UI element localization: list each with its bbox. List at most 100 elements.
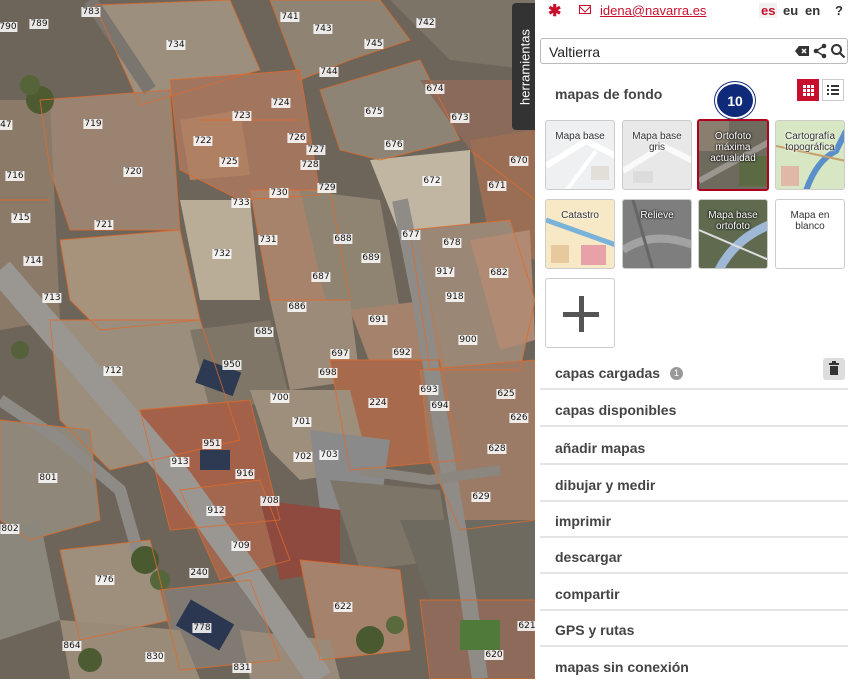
loaded-count-badge: 1 (670, 367, 683, 380)
parcel-number-label: 776 (95, 575, 115, 585)
asterisk-icon: ✱ (548, 3, 562, 20)
section-loaded-layers[interactable]: capas cargadas 1 (540, 356, 848, 390)
parcel-number-label: 734 (166, 40, 186, 50)
parcel-number-label: 676 (384, 140, 404, 150)
parcel-number-label: 831 (232, 663, 252, 673)
parcel-number-label: 912 (206, 506, 226, 516)
tile-cadastre[interactable]: Catastro (545, 199, 615, 269)
parcel-number-label: 626 (509, 413, 529, 423)
parcel-number-label: 778 (192, 623, 212, 633)
parcel-number-label: 622 (333, 602, 353, 612)
parcel-number-label: 727 (306, 145, 326, 155)
step-badge: 10 (715, 82, 755, 119)
parcel-number-label: 689 (361, 253, 381, 263)
parcel-number-label: 802 (0, 524, 20, 534)
search-icon[interactable] (830, 43, 846, 59)
parcel-number-label: 790 (0, 22, 18, 32)
search-input[interactable] (547, 42, 781, 62)
section-add-maps[interactable]: añadir mapas (540, 431, 848, 465)
parcel-number-label: 713 (42, 293, 62, 303)
lang-eu[interactable]: eu (781, 3, 800, 18)
map-view[interactable]: 790 789 783 734 741 743 745 742 744 674 673 675 676 6… (0, 0, 535, 679)
section-print[interactable]: imprimir (540, 504, 848, 538)
tile-relief[interactable]: Relieve (622, 199, 692, 269)
search-box (540, 38, 848, 64)
parcel-number-label: 620 (484, 650, 504, 660)
parcel-number-label: 719 (83, 119, 103, 129)
parcel-number-label: 918 (445, 292, 465, 302)
parcel-number-label: 703 (319, 450, 339, 460)
help-button[interactable]: ? (835, 3, 843, 18)
parcel-number-label: 783 (81, 7, 101, 17)
parcel-number-label: 729 (317, 183, 337, 193)
grid-icon (803, 85, 814, 96)
parcel-number-label: 688 (333, 234, 353, 244)
parcel-number-label: 628 (487, 444, 507, 454)
section-draw-measure[interactable]: dibujar y medir (540, 468, 848, 502)
parcel-number-label: 728 (300, 160, 320, 170)
base-maps-header[interactable]: mapas de fondo (555, 86, 662, 102)
tile-base-map-gray[interactable]: Mapa base gris (622, 120, 692, 190)
side-panel: ✱ idena@navarra.es es eu en ? mapas de f… (535, 0, 853, 679)
parcel-number-label: 951 (202, 439, 222, 449)
tile-blank-map[interactable]: Mapa en blanco (775, 199, 845, 269)
parcel-number-label: 913 (170, 457, 190, 467)
section-share[interactable]: compartir (540, 577, 848, 611)
parcel-number-label: 709 (231, 541, 251, 551)
lang-en[interactable]: en (803, 3, 822, 18)
parcel-number-label: 747 (0, 120, 13, 130)
tools-tab[interactable]: herramientas (512, 3, 537, 130)
section-available-layers[interactable]: capas disponibles (540, 393, 848, 427)
parcel-number-label: 670 (509, 156, 529, 166)
parcel-number-label: 720 (123, 167, 143, 177)
parcel-number-label: 830 (145, 652, 165, 662)
section-gps-routes[interactable]: GPS y rutas (540, 613, 848, 647)
add-base-map-button[interactable] (545, 278, 615, 348)
parcel-number-label: 789 (29, 19, 49, 29)
top-bar: ✱ idena@navarra.es es eu en ? (535, 0, 853, 24)
section-download[interactable]: descargar (540, 540, 848, 574)
parcel-number-label: 725 (219, 157, 239, 167)
list-view-button[interactable] (822, 79, 844, 101)
tile-base-map[interactable]: Mapa base (545, 120, 615, 190)
parcel-number-label: 726 (287, 133, 307, 143)
parcel-number-label: 708 (260, 496, 280, 506)
contact-email-link[interactable]: idena@navarra.es (600, 3, 706, 18)
grid-view-button[interactable] (797, 79, 819, 101)
parcel-number-label: 743 (313, 24, 333, 34)
parcel-number-label: 702 (293, 452, 313, 462)
share-icon[interactable] (812, 43, 828, 59)
parcel-number-label: 692 (392, 348, 412, 358)
parcel-number-label: 733 (231, 198, 251, 208)
parcel-number-label: 712 (103, 366, 123, 376)
parcel-number-label: 742 (416, 18, 436, 28)
parcel-number-label: 629 (471, 492, 491, 502)
parcel-number-label: 677 (401, 230, 421, 240)
clear-icon[interactable] (794, 43, 810, 59)
parcel-number-label: 698 (318, 368, 338, 378)
tile-base-map-orthophoto[interactable]: Mapa base ortofoto (698, 199, 768, 269)
parcel-number-label: 697 (330, 349, 350, 359)
tile-orthophoto[interactable]: Ortofoto máxima actualidad (697, 119, 769, 191)
parcel-number-label: 723 (232, 111, 252, 121)
parcel-number-label: 674 (425, 84, 445, 94)
parcel-number-label: 730 (269, 188, 289, 198)
parcel-number-label: 701 (292, 417, 312, 427)
parcel-number-label: 714 (23, 256, 43, 266)
parcel-number-label: 682 (489, 268, 509, 278)
parcel-number-label: 864 (62, 641, 82, 651)
trash-icon[interactable] (823, 358, 845, 380)
tile-topographic[interactable]: Cartografía topográfica (775, 120, 845, 190)
parcel-number-label: 693 (419, 385, 439, 395)
parcel-number-label: 687 (311, 272, 331, 282)
parcel-number-label: 685 (254, 327, 274, 337)
parcel-number-label: 686 (287, 302, 307, 312)
orthophoto-imagery (0, 0, 535, 679)
parcel-number-label: 721 (94, 220, 114, 230)
lang-es[interactable]: es (759, 3, 778, 18)
parcel-number-label: 731 (258, 235, 278, 245)
parcel-number-label: 732 (212, 249, 232, 259)
parcel-number-label: 724 (271, 98, 291, 108)
parcel-number-label: 715 (11, 213, 31, 223)
parcel-number-label: 900 (458, 335, 478, 345)
